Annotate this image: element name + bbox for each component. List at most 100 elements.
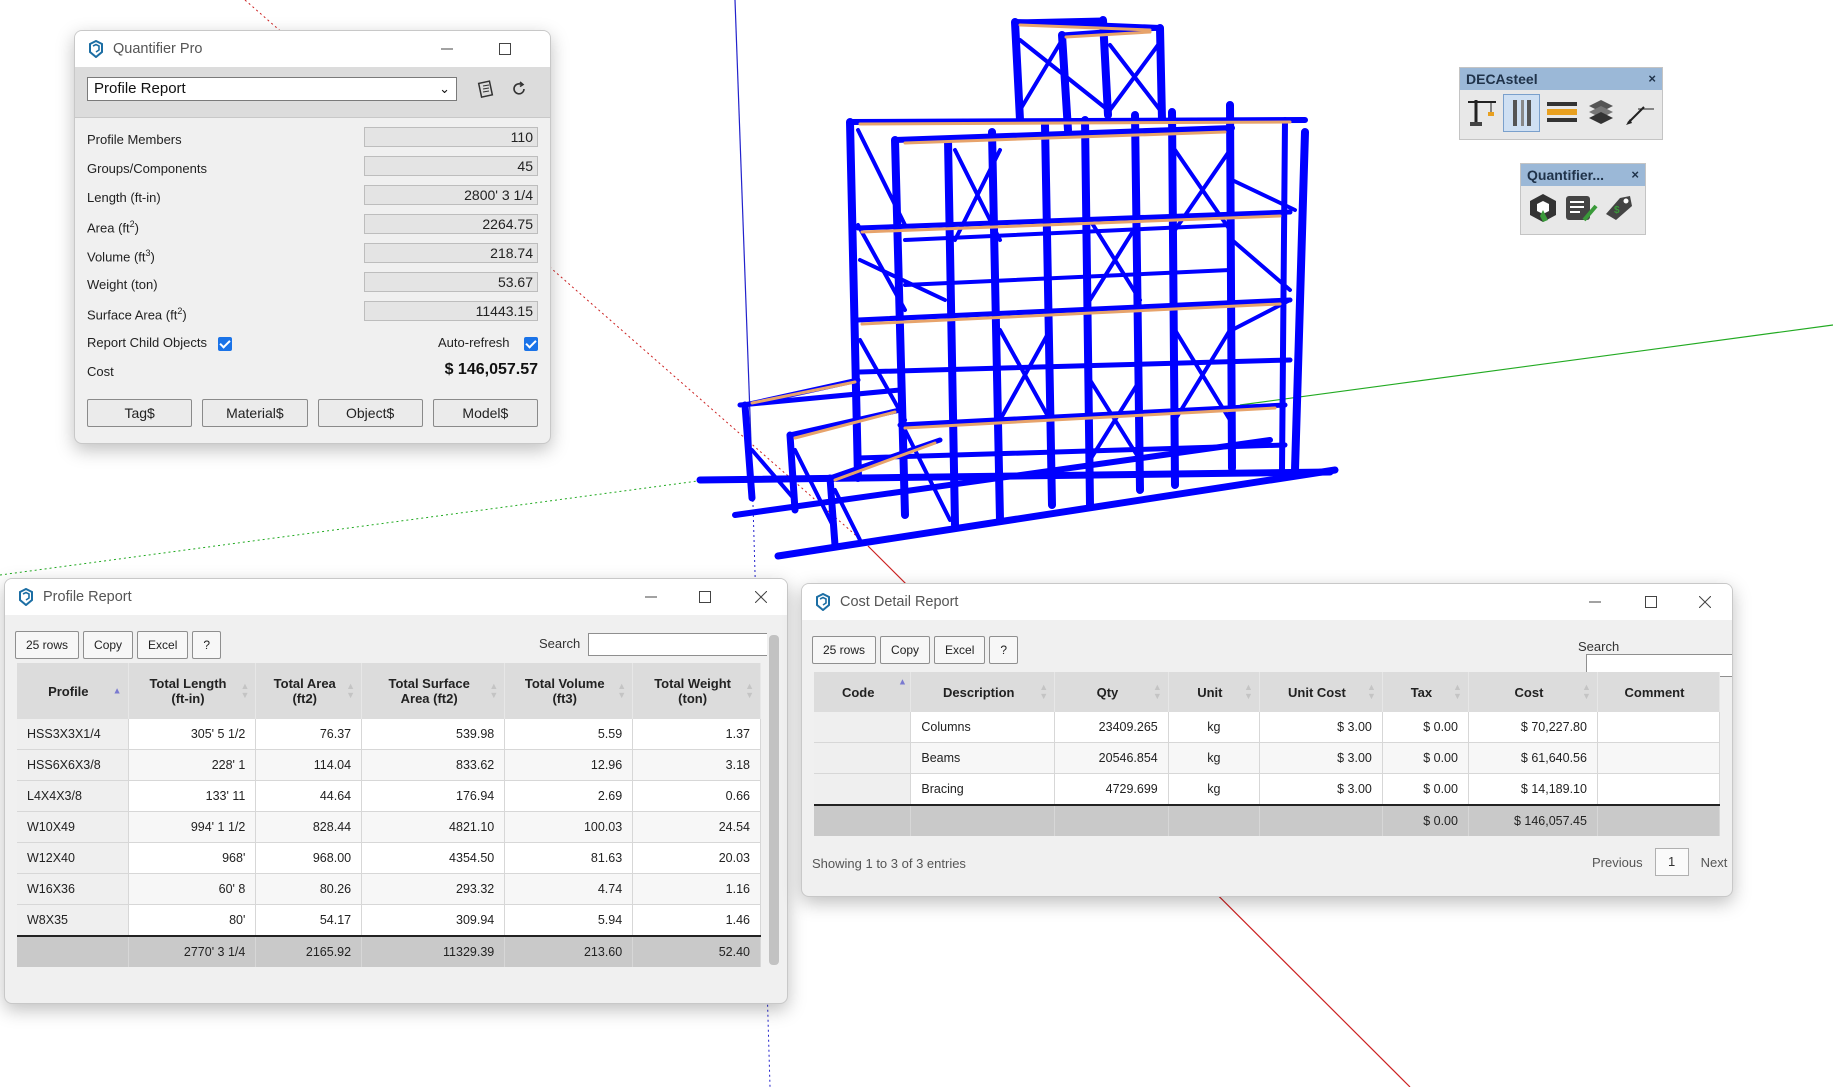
- close-icon[interactable]: [534, 31, 550, 67]
- maximize-icon[interactable]: [676, 579, 734, 615]
- minimize-icon[interactable]: [418, 31, 476, 67]
- copy-button[interactable]: Copy: [880, 636, 931, 664]
- cell-unit-cost: $ 3.00: [1259, 712, 1383, 743]
- cell-qty: 23409.265: [1054, 712, 1169, 743]
- stat-surface-area: Surface Area (ft2) 11443.15: [87, 298, 538, 327]
- help-button[interactable]: ?: [989, 636, 1019, 664]
- table-row[interactable]: Columns 23409.265 kg $ 3.00 $ 0.00 $ 70,…: [814, 712, 1721, 743]
- column-section-icon[interactable]: [1503, 94, 1541, 132]
- cell-weight: 20.03: [632, 842, 761, 874]
- cost-detail-report-window: Cost Detail Report 25 rows Copy Excel ? …: [801, 583, 1733, 897]
- search-input[interactable]: [588, 633, 771, 656]
- cell-description: Beams: [910, 742, 1056, 774]
- clipboard-icon[interactable]: [474, 77, 498, 101]
- scrollbar-thumb[interactable]: [769, 635, 779, 965]
- dimension-tool-icon[interactable]: [1623, 94, 1658, 130]
- stat-value: 110: [364, 127, 538, 147]
- title-bar[interactable]: Cost Detail Report: [802, 584, 1732, 620]
- axis-blue-solid: [734, 0, 753, 471]
- auto-refresh-checkbox[interactable]: [524, 336, 538, 351]
- maximize-icon[interactable]: [476, 31, 534, 67]
- table-row[interactable]: HSS3X3X1/4 305' 5 1/2 76.37 539.98 5.59 …: [17, 719, 761, 750]
- col-total-volume[interactable]: Total Volume (ft3) ▲ ▼: [504, 663, 634, 719]
- next-button[interactable]: Next: [1701, 855, 1728, 870]
- tag-cost-button[interactable]: Tag$: [87, 399, 193, 427]
- close-icon[interactable]: ×: [1631, 164, 1639, 186]
- cell-profile: HSS3X3X1/4: [17, 719, 129, 750]
- cell-comment: [1597, 773, 1721, 806]
- cell-length: 228' 1: [128, 749, 257, 781]
- table-row[interactable]: HSS6X6X3/8 228' 1 114.04 833.62 12.96 3.…: [17, 749, 761, 781]
- toolbar-title[interactable]: DECAsteel ×: [1460, 68, 1662, 90]
- cell-cost: $ 14,189.10: [1468, 773, 1598, 806]
- material-cost-button[interactable]: Material$: [202, 399, 308, 427]
- price-tag-icon[interactable]: $: [1601, 190, 1637, 226]
- cell-unit-cost: $ 3.00: [1259, 773, 1383, 806]
- object-cost-button[interactable]: Object$: [317, 399, 423, 427]
- col-total-weight[interactable]: Total Weight (ton) ▲ ▼: [632, 663, 761, 719]
- close-icon[interactable]: [1678, 584, 1732, 620]
- rows-per-page-button[interactable]: 25 rows: [15, 631, 80, 659]
- close-icon[interactable]: ×: [1648, 68, 1656, 90]
- vertical-scrollbar[interactable]: [767, 629, 781, 997]
- col-code[interactable]: Code ▲: [814, 672, 912, 712]
- page-1-button[interactable]: 1: [1654, 848, 1689, 876]
- sketchup-app-icon: [19, 588, 33, 606]
- minimize-icon[interactable]: [622, 579, 680, 615]
- col-cost[interactable]: Cost ▲ ▼: [1468, 672, 1598, 712]
- report-child-checkbox[interactable]: [217, 336, 232, 351]
- col-qty[interactable]: Qty ▲ ▼: [1054, 672, 1169, 712]
- col-unit-cost[interactable]: Unit Cost ▲ ▼: [1259, 672, 1383, 712]
- table-row[interactable]: W8X35 80' 54.17 309.94 5.94 1.46: [17, 904, 761, 937]
- table-row[interactable]: Bracing 4729.699 kg $ 3.00 $ 0.00 $ 14,1…: [814, 773, 1721, 806]
- cell-tax: $ 0.00: [1382, 742, 1469, 774]
- cell-volume: 100.03: [504, 811, 634, 843]
- quantifier-logo-icon[interactable]: [1525, 190, 1561, 226]
- sort-icon: ▲ ▼: [1152, 682, 1162, 701]
- table-row[interactable]: Beams 20546.854 kg $ 3.00 $ 0.00 $ 61,64…: [814, 742, 1721, 774]
- copy-button[interactable]: Copy: [83, 631, 134, 659]
- col-total-surface-area[interactable]: Total Surface Area (ft2) ▲ ▼: [361, 663, 506, 719]
- excel-button[interactable]: Excel: [934, 636, 986, 664]
- window-title: Quantifier Pro: [113, 41, 203, 57]
- col-total-area[interactable]: Total Area (ft2) ▲ ▼: [255, 663, 363, 719]
- model-cost-button[interactable]: Model$: [432, 399, 538, 427]
- help-button[interactable]: ?: [192, 631, 222, 659]
- decasteel-toolbar: DECAsteel ×: [1459, 67, 1663, 140]
- beam-icon[interactable]: [1544, 94, 1579, 130]
- report-edit-icon[interactable]: [1563, 190, 1599, 226]
- close-icon[interactable]: [732, 579, 787, 615]
- table-row[interactable]: L4X4X3/8 133' 11 44.64 176.94 2.69 0.66: [17, 780, 761, 812]
- sort-asc-icon: ▲: [898, 676, 907, 687]
- cell-comment: [1597, 712, 1721, 743]
- cell-area: 44.64: [255, 780, 363, 812]
- layered-profile-icon[interactable]: [1584, 94, 1619, 130]
- options-row: Report Child Objects Auto-refresh: [87, 327, 538, 356]
- col-unit[interactable]: Unit ▲ ▼: [1168, 672, 1260, 712]
- report-type-select[interactable]: Profile Report ⌄: [87, 77, 457, 101]
- total-length: 2770' 3 1/4: [128, 935, 257, 967]
- col-profile[interactable]: Profile ▲: [17, 663, 129, 719]
- col-total-length[interactable]: Total Length (ft-in) ▲ ▼: [128, 663, 257, 719]
- col-tax[interactable]: Tax ▲ ▼: [1382, 672, 1469, 712]
- title-bar[interactable]: Profile Report: [5, 579, 787, 615]
- rows-per-page-button[interactable]: 25 rows: [812, 636, 877, 664]
- sort-asc-icon: ▲: [112, 685, 122, 696]
- previous-button[interactable]: Previous: [1592, 855, 1643, 870]
- cost-row: Cost $ 146,057.57: [87, 356, 538, 385]
- sort-icon: ▲ ▼: [745, 681, 754, 700]
- total-profile: [17, 935, 129, 967]
- table-row[interactable]: W16X36 60' 8 80.26 293.32 4.74 1.16: [17, 873, 761, 905]
- svg-text:$: $: [1614, 205, 1620, 216]
- title-bar[interactable]: Quantifier Pro: [75, 31, 550, 67]
- table-row[interactable]: W10X49 994' 1 1/2 828.44 4821.10 100.03 …: [17, 811, 761, 843]
- toolbar-title[interactable]: Quantifier... ×: [1521, 164, 1645, 186]
- minimize-icon[interactable]: [1566, 584, 1624, 620]
- refresh-icon[interactable]: [507, 77, 531, 101]
- col-comment[interactable]: Comment: [1597, 672, 1721, 712]
- excel-button[interactable]: Excel: [137, 631, 189, 659]
- col-description[interactable]: Description ▲ ▼: [910, 672, 1056, 712]
- maximize-icon[interactable]: [1622, 584, 1680, 620]
- tower-crane-icon[interactable]: [1464, 94, 1499, 130]
- table-row[interactable]: W12X40 968' 968.00 4354.50 81.63 20.03: [17, 842, 761, 874]
